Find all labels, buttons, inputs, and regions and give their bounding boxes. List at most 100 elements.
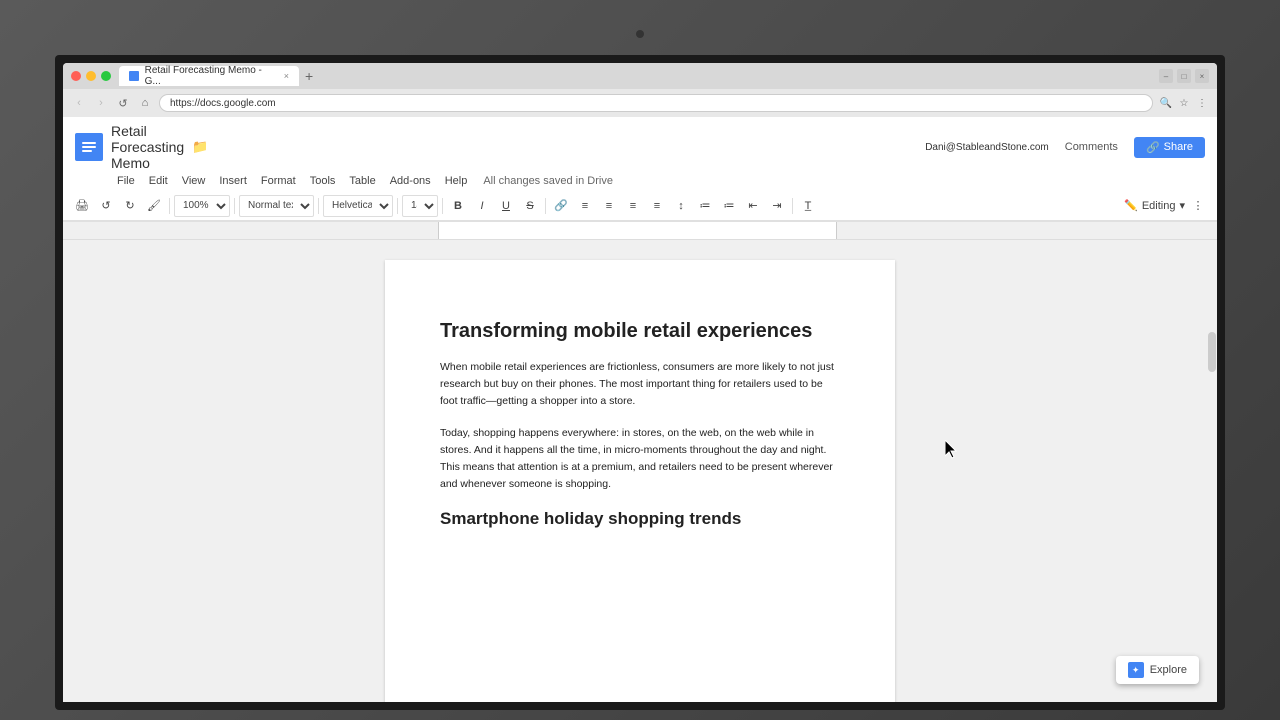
back-button[interactable]: ‹ [71, 95, 87, 111]
monitor-bezel: Retail Forecasting Memo - G... × + – □ ×… [55, 55, 1225, 710]
active-tab[interactable]: Retail Forecasting Memo - G... × [119, 66, 299, 86]
close-btn[interactable]: × [1195, 69, 1209, 83]
tab-title: Retail Forecasting Memo - G... [145, 65, 276, 87]
document-content-area[interactable]: Transforming mobile retail experiences W… [63, 240, 1217, 702]
url-input[interactable] [159, 94, 1153, 112]
align-center-button[interactable]: ≡ [598, 195, 620, 217]
zoom-select[interactable]: 100% [174, 195, 230, 217]
strikethrough-button[interactable]: S [519, 195, 541, 217]
more-tools-button[interactable]: ⋮ [1187, 195, 1209, 217]
menu-file[interactable]: File [111, 173, 141, 189]
print-button[interactable]: 🖨 [71, 195, 93, 217]
close-window-button[interactable] [71, 71, 81, 81]
share-label: Share [1164, 141, 1193, 153]
docs-menu-row: File Edit View Insert Format Tools Table… [63, 173, 1217, 191]
share-button[interactable]: 🔗 Share [1134, 137, 1205, 158]
bullet-list-button[interactable]: ≔ [694, 195, 716, 217]
docs-header-right: Dani@StableandStone.com Comments 🔗 Share [925, 137, 1205, 158]
docs-logo-line-1 [82, 142, 96, 144]
folder-icon[interactable]: 📁 [192, 139, 208, 155]
toolbar-sep-6 [545, 198, 546, 214]
saved-status: All changes saved in Drive [483, 175, 613, 187]
menu-tools[interactable]: Tools [304, 173, 342, 189]
user-email: Dani@StableandStone.com [925, 142, 1049, 153]
style-select[interactable]: Normal text [239, 195, 314, 217]
docs-logo-line-2 [82, 146, 96, 148]
chevron-down-icon: ▾ [1179, 199, 1185, 212]
link-button[interactable]: 🔗 [550, 195, 572, 217]
address-bar: ‹ › ↺ ⌂ 🔍 ☆ ⋮ [63, 89, 1217, 117]
bold-button[interactable]: B [447, 195, 469, 217]
browser-tabs: Retail Forecasting Memo - G... × + [119, 66, 1159, 86]
webcam-indicator [636, 30, 644, 38]
scrollbar-thumb[interactable] [1208, 332, 1216, 372]
redo-button[interactable]: ↻ [119, 195, 141, 217]
docs-logo-lines [82, 142, 96, 152]
document-title[interactable]: Retail Forecasting Memo [111, 123, 184, 171]
tab-favicon [129, 71, 139, 81]
refresh-button[interactable]: ↺ [115, 95, 131, 111]
new-tab-button[interactable]: + [301, 68, 317, 84]
toolbar-sep-1 [169, 198, 170, 214]
menu-help[interactable]: Help [439, 173, 474, 189]
menu-format[interactable]: Format [255, 173, 302, 189]
italic-button[interactable]: I [471, 195, 493, 217]
document-paragraph-2[interactable]: Today, shopping happens everywhere: in s… [440, 425, 840, 492]
browser-title-bar: Retail Forecasting Memo - G... × + – □ × [63, 63, 1217, 89]
menu-addons[interactable]: Add-ons [384, 173, 437, 189]
paint-format-button[interactable]: 🖌 [143, 195, 165, 217]
docs-title-row: Retail Forecasting Memo 📁 Dani@Stableand… [63, 117, 1217, 173]
document-paragraph-1[interactable]: When mobile retail experiences are frict… [440, 359, 840, 409]
tab-close-button[interactable]: × [284, 71, 289, 81]
font-size-select[interactable]: 14 [402, 195, 438, 217]
toolbar-sep-2 [234, 198, 235, 214]
document-heading-1: Transforming mobile retail experiences [440, 320, 840, 343]
align-right-button[interactable]: ≡ [622, 195, 644, 217]
line-spacing-button[interactable]: ↕ [670, 195, 692, 217]
font-select[interactable]: Helvetica ... [323, 195, 393, 217]
explore-icon: ✦ [1128, 662, 1144, 678]
settings-icon[interactable]: ⋮ [1195, 96, 1209, 110]
indent-more-button[interactable]: ⇥ [766, 195, 788, 217]
underline-button[interactable]: U [495, 195, 517, 217]
undo-button[interactable]: ↺ [95, 195, 117, 217]
comments-button[interactable]: Comments [1057, 138, 1126, 156]
menu-insert[interactable]: Insert [213, 173, 253, 189]
editing-mode-button[interactable]: ✏️ Editing ▾ [1124, 199, 1185, 212]
ruler-inner [438, 222, 837, 239]
ruler [63, 222, 1217, 240]
home-button[interactable]: ⌂ [137, 95, 153, 111]
search-icon: 🔍 [1159, 96, 1173, 110]
editing-label: Editing [1142, 200, 1176, 212]
pencil-icon: ✏️ [1124, 199, 1138, 212]
indent-less-button[interactable]: ⇤ [742, 195, 764, 217]
forward-button[interactable]: › [93, 95, 109, 111]
menu-view[interactable]: View [176, 173, 212, 189]
toolbar-sep-7 [792, 198, 793, 214]
document-heading-2: Smartphone holiday shopping trends [440, 509, 840, 529]
window-traffic-lights [71, 71, 111, 81]
address-bar-icons: 🔍 ☆ ⋮ [1159, 96, 1209, 110]
explore-button[interactable]: ✦ Explore [1116, 656, 1199, 684]
docs-logo-line-3 [82, 150, 92, 152]
formatting-toolbar: 🖨 ↺ ↻ 🖌 100% Normal text Helvetica ... [63, 191, 1217, 221]
restore-btn[interactable]: □ [1177, 69, 1191, 83]
minimize-btn[interactable]: – [1159, 69, 1173, 83]
clear-format-button[interactable]: T̲ [797, 195, 819, 217]
menu-table[interactable]: Table [343, 173, 381, 189]
window-controls: – □ × [1159, 69, 1209, 83]
explore-label: Explore [1150, 664, 1187, 676]
toolbar-sep-3 [318, 198, 319, 214]
bookmark-icon[interactable]: ☆ [1177, 96, 1191, 110]
align-justify-button[interactable]: ≡ [646, 195, 668, 217]
browser-window: Retail Forecasting Memo - G... × + – □ ×… [63, 63, 1217, 702]
scrollbar-track[interactable] [1207, 240, 1217, 702]
numbered-list-button[interactable]: ≔ [718, 195, 740, 217]
maximize-window-button[interactable] [101, 71, 111, 81]
docs-header: Retail Forecasting Memo 📁 Dani@Stableand… [63, 117, 1217, 222]
align-left-button[interactable]: ≡ [574, 195, 596, 217]
toolbar-sep-5 [442, 198, 443, 214]
menu-edit[interactable]: Edit [143, 173, 174, 189]
share-icon: 🔗 [1146, 141, 1160, 154]
minimize-window-button[interactable] [86, 71, 96, 81]
